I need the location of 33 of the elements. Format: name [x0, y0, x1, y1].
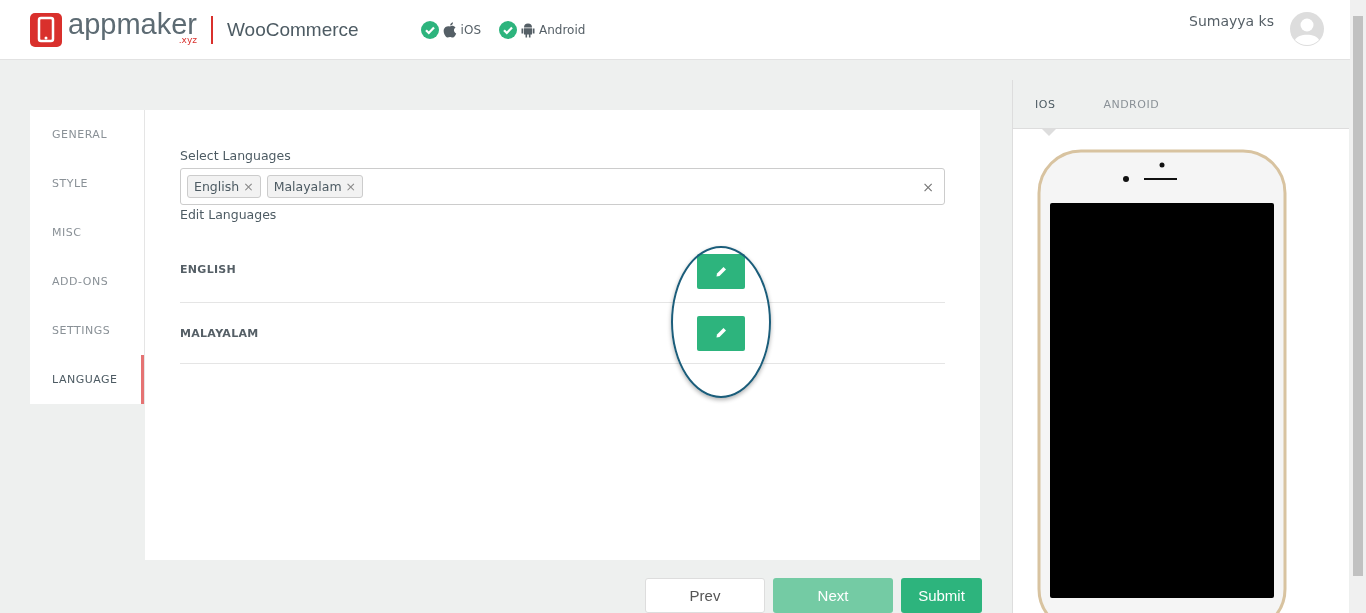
phone-logo-icon	[30, 12, 62, 47]
sidebar-item[interactable]: STYLE	[30, 159, 144, 208]
tag-remove-icon[interactable]: ×	[345, 179, 357, 194]
sidebar-item[interactable]: ADD-ONS	[30, 257, 144, 306]
language-tag: Malayalam ×	[266, 175, 364, 198]
platform-tab[interactable]: IOS	[1035, 80, 1056, 128]
pencil-icon	[715, 265, 727, 278]
edit-button[interactable]	[697, 315, 745, 351]
nav-button[interactable]: Submit	[901, 578, 982, 613]
platform-label: iOS	[460, 22, 481, 37]
platform-label: Android	[539, 22, 586, 37]
logo-wordmark: appmaker	[68, 10, 197, 39]
nav-button[interactable]: Prev	[645, 578, 765, 613]
tag-remove-icon[interactable]: ×	[243, 179, 254, 194]
field-label: Select Languages	[180, 148, 292, 163]
sidebar-item[interactable]: MISC	[30, 208, 144, 257]
sidebar-item[interactable]: SETTINGS	[30, 306, 144, 355]
apple-icon	[442, 21, 457, 38]
avatar-icon[interactable]	[1290, 12, 1324, 46]
logo-suffix: .xyz	[178, 36, 197, 45]
platform-tab[interactable]: ANDROID	[1103, 80, 1160, 128]
clear-icon[interactable]: ×	[922, 178, 934, 195]
language-name: ENGLISH	[180, 262, 237, 276]
sidebar-item[interactable]: GENERAL	[30, 110, 144, 159]
android-icon	[521, 21, 535, 38]
section-label: Edit Languages	[180, 207, 278, 222]
pencil-icon	[715, 327, 727, 339]
edit-button[interactable]	[697, 254, 745, 289]
language-select-field[interactable]: English × Malayalam × ×	[180, 168, 945, 205]
product-name: WooCommerce	[226, 18, 359, 41]
language-tag: English ×	[187, 175, 261, 198]
user-name[interactable]: Sumayya ks	[1189, 13, 1274, 29]
language-name: MALAYALAM	[180, 326, 259, 340]
